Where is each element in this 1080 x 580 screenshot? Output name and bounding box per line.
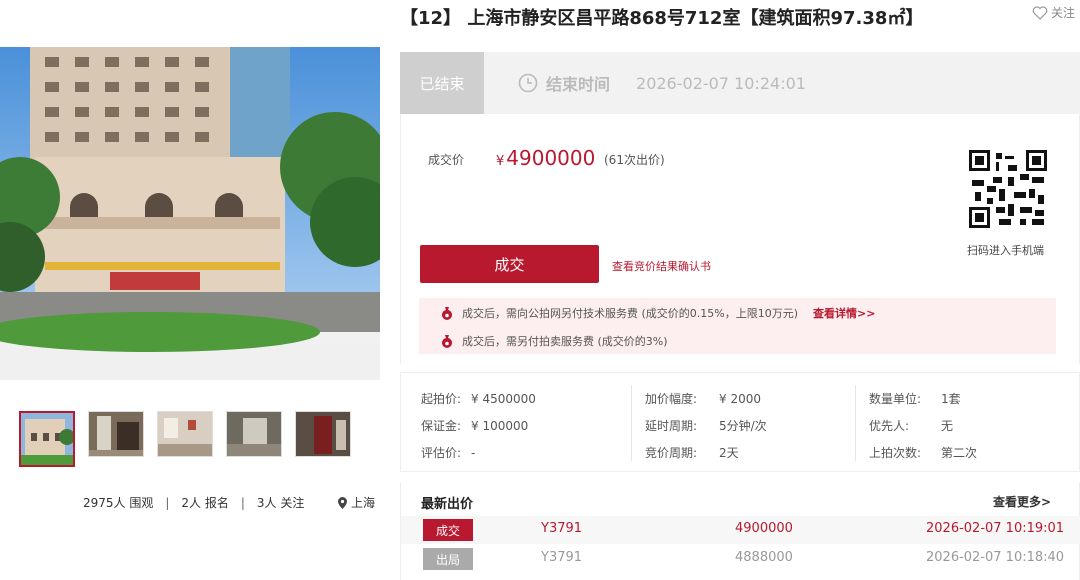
property-value: ¥ 100000 <box>471 418 529 433</box>
thumbnail-hall-image <box>227 412 281 456</box>
property-value: 第二次 <box>941 446 978 460</box>
deal-price: ¥4900000 <box>496 146 595 170</box>
property-value: 2天 <box>719 446 739 460</box>
status-badge: 已结束 <box>400 52 484 114</box>
signup-count: 2人 报名 <box>181 496 229 510</box>
fee-notice-text: 成交后，需另付拍卖服务费 (成交价的3%) <box>462 335 668 348</box>
property-key: 竞价周期: <box>645 446 698 460</box>
column-divider <box>855 385 856 461</box>
follow-label: 关注 <box>1051 6 1076 20</box>
bidder-id: Y3791 <box>541 521 583 536</box>
bid-row: 出局 Y3791 4888000 2026-02-07 10:18:40 <box>401 545 1080 573</box>
property-deposit: 保证金: ¥ 100000 <box>421 412 536 439</box>
deal-button[interactable]: 成交 <box>420 245 599 283</box>
end-time-value: 2026-02-07 10:24:01 <box>636 73 806 93</box>
column-divider <box>631 385 632 461</box>
property-value: 5分钟/次 <box>719 419 767 433</box>
fee-notice-text: 成交后，需向公拍网另付技术服务费 (成交价的0.15%，上限10万元) <box>462 307 799 320</box>
property-increment: 加价幅度: ¥ 2000 <box>645 385 767 412</box>
deal-price-label: 成交价 <box>428 153 465 167</box>
property-value: 1套 <box>941 392 961 406</box>
view-details-link[interactable]: 查看详情>> <box>813 305 875 321</box>
thumbnail-strip <box>19 411 351 467</box>
fee-notice-box: 成交后，需向公拍网另付技术服务费 (成交价的0.15%，上限10万元) 查看详情… <box>419 298 1056 354</box>
auction-status-bar: 已结束 结束时间 2026-02-07 10:24:01 <box>400 52 1080 114</box>
bid-price: 4900000 <box>735 521 793 536</box>
property-bid-period: 竞价周期: 2天 <box>645 439 767 466</box>
property-extension: 延时周期: 5分钟/次 <box>645 412 767 439</box>
property-value: - <box>471 445 476 460</box>
property-key: 保证金: <box>421 419 462 433</box>
separator: | <box>165 495 170 510</box>
bid-row: 成交 Y3791 4900000 2026-02-07 10:19:01 <box>401 516 1080 544</box>
follow-button[interactable]: 关注 <box>1032 4 1075 21</box>
auction-properties: 起拍价: ¥ 4500000 保证金: ¥ 100000 评估价: - 加价幅度: ¥ … <box>400 372 1080 472</box>
popularity-stats: 2975人 围观 | 2人 报名 | 3人 关注 <box>83 494 304 511</box>
qr-code-icon[interactable] <box>969 150 1047 228</box>
property-value: ¥ 2000 <box>719 391 761 406</box>
properties-column: 数量单位: 1套 优先人: 无 上拍次数: 第二次 <box>869 385 977 466</box>
thumbnail-interior-image <box>89 412 143 456</box>
property-key: 数量单位: <box>869 392 922 406</box>
bid-status-tag: 出局 <box>423 548 473 570</box>
money-bag-icon <box>442 334 452 348</box>
thumbnail-5[interactable] <box>295 411 351 457</box>
thumbnail-4[interactable] <box>226 411 282 457</box>
currency-symbol: ¥ <box>496 154 505 169</box>
money-bag-icon <box>442 306 452 320</box>
property-start-price: 起拍价: ¥ 4500000 <box>421 385 536 412</box>
listing-title: 【12】 上海市静安区昌平路868号712室【建筑面积97.38㎡】 <box>400 8 924 29</box>
latest-bids-section: 最新出价 查看更多> 成交 Y3791 4900000 2026-02-07 1… <box>400 482 1080 580</box>
property-round: 上拍次数: 第二次 <box>869 439 977 466</box>
bid-status-tag: 成交 <box>423 519 473 541</box>
property-key: 上拍次数: <box>869 446 922 460</box>
property-appraisal: 评估价: - <box>421 439 536 466</box>
fee-notice-row: 成交后，需向公拍网另付技术服务费 (成交价的0.15%，上限10万元) 查看详情… <box>441 305 875 321</box>
qr-label: 扫码进入手机端 <box>967 244 1044 257</box>
property-key: 延时周期: <box>645 419 698 433</box>
thumbnail-building-image <box>21 413 73 465</box>
property-priority: 优先人: 无 <box>869 412 977 439</box>
auction-page: 2975人 围观 | 2人 报名 | 3人 关注 上海 【12】 上海市静安区昌… <box>0 0 1080 580</box>
follow-count: 3人 关注 <box>256 496 305 510</box>
bid-count: (61次出价) <box>604 153 665 167</box>
fee-notice-row: 成交后，需另付拍卖服务费 (成交价的3%) <box>441 333 668 349</box>
property-quantity: 数量单位: 1套 <box>869 385 977 412</box>
thumbnail-door-image <box>296 412 350 456</box>
bid-price: 4888000 <box>735 550 793 565</box>
bid-time: 2026-02-07 10:18:40 <box>926 550 1065 565</box>
building-photo-image <box>0 47 380 352</box>
property-key: 优先人: <box>869 419 910 433</box>
property-key: 加价幅度: <box>645 392 698 406</box>
location-pin-icon <box>338 496 347 509</box>
deal-panel: 成交价 ¥4900000 (61次出价) 扫码进入手机端 成交 查看竞价结果确认… <box>400 114 1080 364</box>
latest-bids-title: 最新出价 <box>421 497 474 512</box>
clock-icon <box>518 73 538 93</box>
thumbnail-room-image <box>158 412 212 456</box>
properties-column: 起拍价: ¥ 4500000 保证金: ¥ 100000 评估价: - <box>421 385 536 466</box>
separator: | <box>240 495 245 510</box>
view-more-link[interactable]: 查看更多> <box>993 493 1051 510</box>
thumbnail-3[interactable] <box>157 411 213 457</box>
properties-column: 加价幅度: ¥ 2000 延时周期: 5分钟/次 竞价周期: 2天 <box>645 385 767 466</box>
property-value: ¥ 4500000 <box>471 391 536 406</box>
location: 上海 <box>338 494 375 511</box>
thumbnail-2[interactable] <box>88 411 144 457</box>
bid-time: 2026-02-07 10:19:01 <box>926 521 1065 536</box>
heart-icon <box>1032 5 1048 20</box>
views-count: 2975人 围观 <box>83 496 154 510</box>
end-time-label: 结束时间 <box>546 75 611 94</box>
view-confirmation-link[interactable]: 查看竞价结果确认书 <box>612 258 711 274</box>
location-text: 上海 <box>351 496 376 510</box>
bidder-id: Y3791 <box>541 550 583 565</box>
main-property-photo[interactable] <box>0 47 380 380</box>
thumbnail-1[interactable] <box>19 411 75 467</box>
deal-price-amount: 4900000 <box>506 146 596 170</box>
property-key: 评估价: <box>421 446 462 460</box>
property-value: 无 <box>941 419 954 433</box>
property-key: 起拍价: <box>421 392 462 406</box>
